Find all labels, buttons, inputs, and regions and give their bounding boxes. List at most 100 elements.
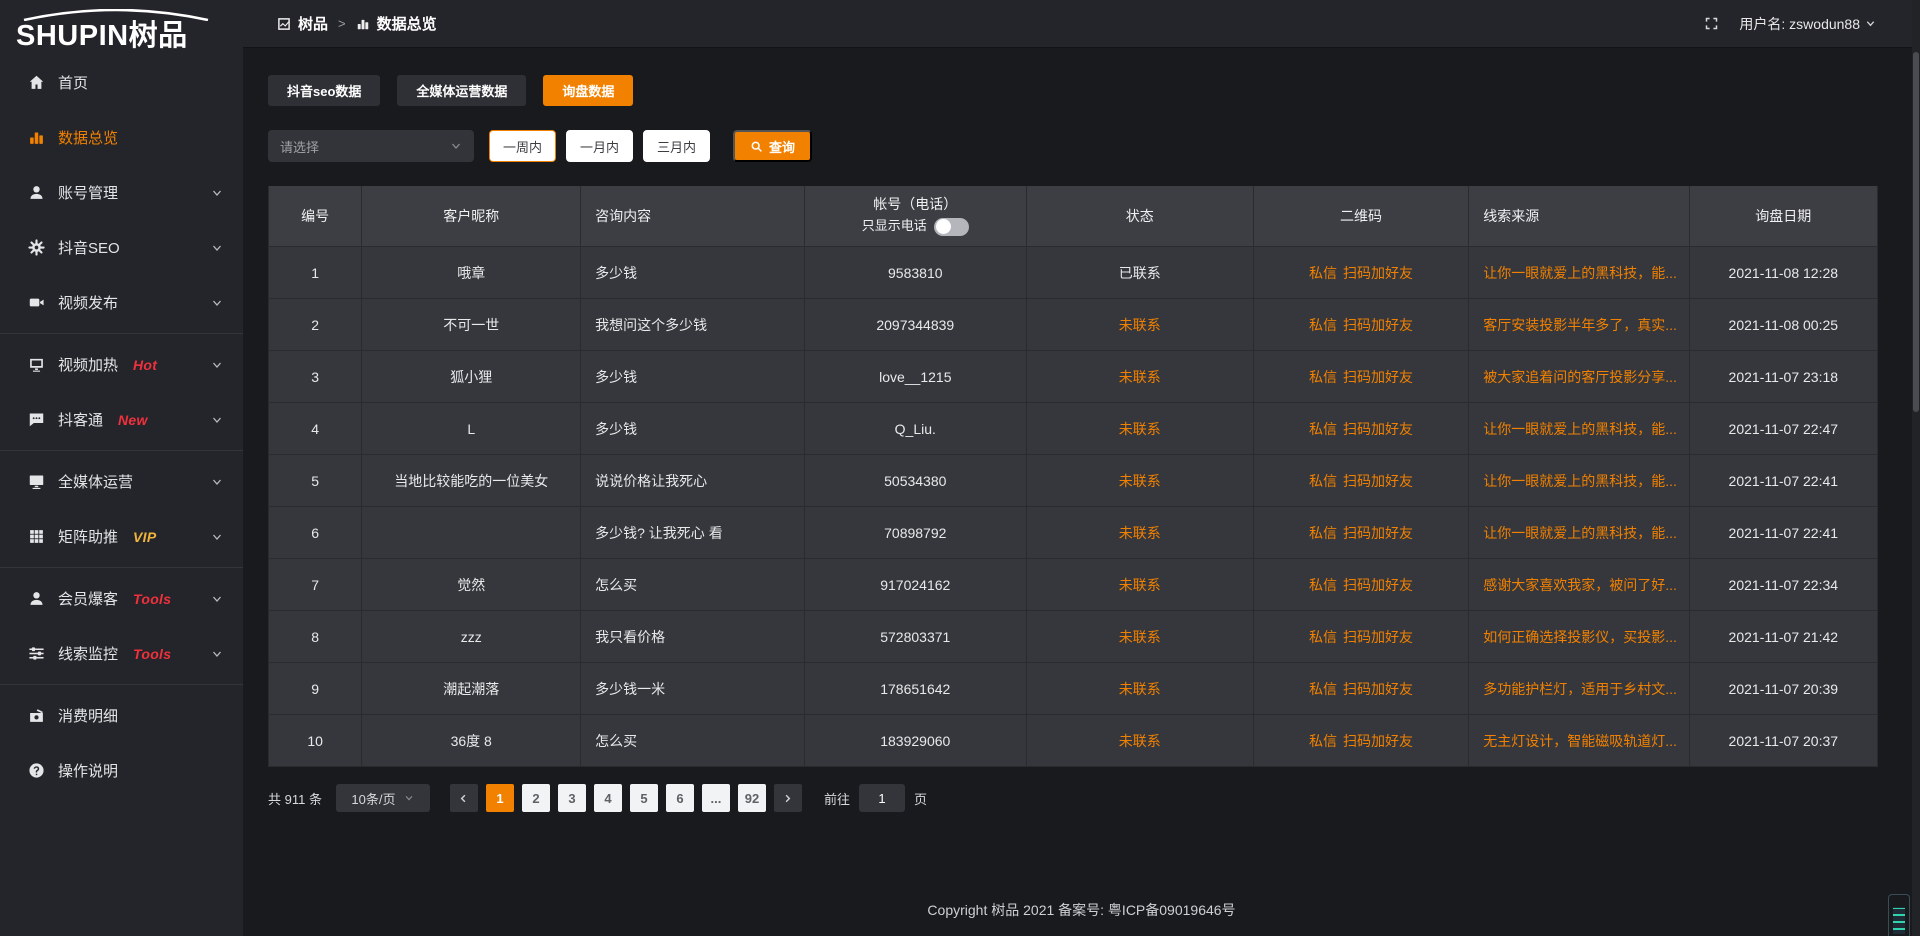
sidebar-item-data-overview[interactable]: 数据总览 (0, 110, 243, 165)
sidebar-item-label: 首页 (58, 72, 88, 93)
sidebar-badge: Tools (133, 591, 171, 607)
breadcrumb-root[interactable]: 树品 (298, 13, 328, 34)
period-button-0[interactable]: 一周内 (489, 130, 556, 162)
sidebar-item-douyin-seo[interactable]: 抖音SEO (0, 220, 243, 275)
logo-text: SHUPIN树品 (16, 21, 243, 51)
table-cell-5: 私信扫码加好友 (1254, 663, 1470, 714)
tab-omnimedia-data[interactable]: 全媒体运营数据 (397, 75, 526, 106)
scan-add-friend-link[interactable]: 扫码加好友 (1343, 419, 1413, 439)
sidebar-menu: 首页数据总览账号管理抖音SEO 视频发布视频加热Hot抖客通New 全媒体运营矩阵助… (0, 55, 243, 798)
goto-page-input[interactable] (859, 784, 905, 812)
sidebar-item-operation-guide[interactable]: 操作说明 (0, 743, 243, 798)
page-button-5[interactable]: 5 (630, 784, 658, 812)
period-button-2[interactable]: 三月内 (643, 130, 710, 162)
clue-source-link[interactable]: 如何正确选择投影仪，买投影... (1483, 627, 1677, 647)
clue-source-link[interactable]: 客厅安装投影半年多了，真实... (1483, 315, 1677, 335)
period-buttons: 一周内一月内三月内 (489, 130, 710, 162)
goto-label: 前往 (824, 789, 850, 808)
sidebar-item-clue-monitor[interactable]: 线索监控Tools (0, 626, 243, 681)
scan-add-friend-link[interactable]: 扫码加好友 (1343, 627, 1413, 647)
private-message-link[interactable]: 私信 (1309, 523, 1337, 543)
clue-source-link[interactable]: 让你一眼就爱上的黑科技，能... (1483, 419, 1677, 439)
page-button-1[interactable]: 1 (486, 784, 514, 812)
scan-add-friend-link[interactable]: 扫码加好友 (1343, 679, 1413, 699)
page-button-3[interactable]: 3 (558, 784, 586, 812)
grid-icon (28, 528, 45, 545)
tab-inquiry-data[interactable]: 询盘数据 (543, 75, 633, 106)
sidebar-item-label: 视频发布 (58, 292, 118, 313)
private-message-link[interactable]: 私信 (1309, 731, 1337, 751)
scan-add-friend-link[interactable]: 扫码加好友 (1343, 731, 1413, 751)
chevron-down-icon (211, 476, 223, 488)
page-button-2[interactable]: 2 (522, 784, 550, 812)
private-message-link[interactable]: 私信 (1309, 315, 1337, 335)
page-button-6[interactable]: 6 (666, 784, 694, 812)
sidebar-item-douketong[interactable]: 抖客通New (0, 392, 243, 447)
private-message-link[interactable]: 私信 (1309, 679, 1337, 699)
filter-bar: 请选择 一周内一月内三月内 查询 (268, 130, 1920, 162)
private-message-link[interactable]: 私信 (1309, 263, 1337, 283)
sidebar-item-consumption-detail[interactable]: 消费明细 (0, 688, 243, 743)
sidebar-item-matrix-boost[interactable]: 矩阵助推VIP (0, 509, 243, 564)
prev-page-button[interactable] (450, 784, 478, 812)
tab-douyin-seo-data[interactable]: 抖音seo数据 (268, 75, 380, 106)
scan-add-friend-link[interactable]: 扫码加好友 (1343, 367, 1413, 387)
scan-add-friend-link[interactable]: 扫码加好友 (1343, 315, 1413, 335)
filter-select[interactable]: 请选择 (268, 130, 474, 162)
scrollbar-thumb[interactable] (1913, 52, 1919, 412)
sidebar-item-home[interactable]: 首页 (0, 55, 243, 110)
clue-source-link[interactable]: 被大家追着问的客厅投影分享... (1483, 367, 1677, 387)
gear-icon (28, 239, 45, 256)
user-icon (28, 184, 45, 201)
clue-source-link[interactable]: 多功能护栏灯，适用于乡村文... (1483, 679, 1677, 699)
scan-add-friend-link[interactable]: 扫码加好友 (1343, 471, 1413, 491)
sidebar-item-member-baoke[interactable]: 会员爆客Tools (0, 571, 243, 626)
private-message-link[interactable]: 私信 (1309, 419, 1337, 439)
cell-account: 70898792 (805, 507, 1027, 558)
scan-add-friend-link[interactable]: 扫码加好友 (1343, 575, 1413, 595)
page-button-4[interactable]: 4 (594, 784, 622, 812)
phone-toggle-switch[interactable] (934, 218, 969, 236)
vertical-scrollbar[interactable] (1912, 0, 1920, 936)
sidebar-item-video-publish[interactable]: 视频发布 (0, 275, 243, 330)
private-message-link[interactable]: 私信 (1309, 367, 1337, 387)
sidebar-item-video-heating[interactable]: 视频加热Hot (0, 337, 243, 392)
page-size-select[interactable]: 10条/页 (336, 784, 430, 812)
chevron-down-icon (450, 140, 462, 152)
sidebar-item-account-management[interactable]: 账号管理 (0, 165, 243, 220)
scan-add-friend-link[interactable]: 扫码加好友 (1343, 263, 1413, 283)
clue-source-link[interactable]: 感谢大家喜欢我家，被问了好... (1483, 575, 1677, 595)
logo: SHUPIN树品 (0, 0, 243, 53)
clue-source-link[interactable]: 让你一眼就爱上的黑科技，能... (1483, 263, 1677, 283)
question-icon (28, 762, 45, 779)
clue-source-link[interactable]: 让你一眼就爱上的黑科技，能... (1483, 471, 1677, 491)
member-icon (28, 590, 45, 607)
scan-add-friend-link[interactable]: 扫码加好友 (1343, 523, 1413, 543)
clue-source-link[interactable]: 让你一眼就爱上的黑科技，能... (1483, 523, 1677, 543)
user-menu[interactable]: 用户名: zswodun88 (1739, 14, 1876, 34)
table-row: 7觉然怎么买917024162未联系私信扫码加好友感谢大家喜欢我家，被问了好..… (269, 559, 1878, 611)
cell-index: 6 (269, 507, 362, 558)
goto-suffix-label: 页 (914, 789, 927, 808)
page-ellipsis-button[interactable]: ... (702, 784, 730, 812)
period-button-1[interactable]: 一月内 (566, 130, 633, 162)
page-button-92[interactable]: 92 (738, 784, 766, 812)
corner-widget[interactable] (1888, 894, 1910, 936)
column-header-1: 客户昵称 (362, 186, 581, 246)
next-page-button[interactable] (774, 784, 802, 812)
total-count-label: 共 911 条 (268, 789, 322, 808)
private-message-link[interactable]: 私信 (1309, 627, 1337, 647)
column-header-4: 状态 (1027, 186, 1254, 246)
cell-index: 8 (269, 611, 362, 662)
sidebar-divider (0, 684, 243, 685)
private-message-link[interactable]: 私信 (1309, 471, 1337, 491)
search-button[interactable]: 查询 (733, 130, 812, 162)
cell-date: 2021-11-07 20:37 (1690, 715, 1878, 766)
table-row: 3狐小狸多少钱love__1215未联系私信扫码加好友被大家追着问的客厅投影分享… (269, 351, 1878, 403)
cell-date: 2021-11-08 12:28 (1690, 247, 1878, 298)
sidebar-item-omnimedia-operation[interactable]: 全媒体运营 (0, 454, 243, 509)
fullscreen-icon[interactable] (1704, 16, 1719, 31)
private-message-link[interactable]: 私信 (1309, 575, 1337, 595)
filter-select-placeholder: 请选择 (280, 137, 319, 156)
clue-source-link[interactable]: 无主灯设计，智能磁吸轨道灯... (1483, 731, 1677, 751)
